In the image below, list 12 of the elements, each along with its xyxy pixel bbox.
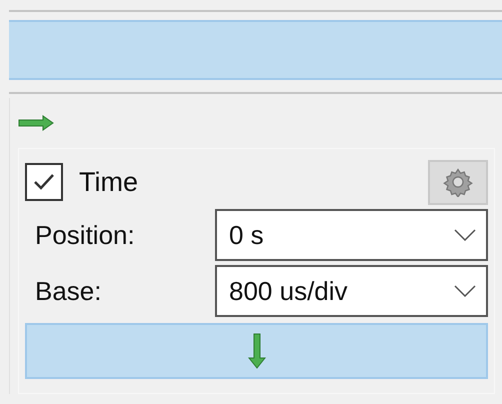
settings-button[interactable] [428,160,488,204]
settings-icon [443,167,473,197]
field-label: Position: [35,220,136,250]
check-icon [32,172,56,192]
time-checkbox[interactable]: Time [25,163,138,201]
field-label: Base: [35,276,102,306]
right-arrow-icon [18,115,54,131]
dropdown[interactable]: 0 s [215,209,488,261]
dropdown[interactable]: 800 us/div [215,265,488,317]
chevron-down-icon [454,285,476,297]
down-arrow-icon [248,333,266,369]
chevron-down-icon [454,229,476,241]
